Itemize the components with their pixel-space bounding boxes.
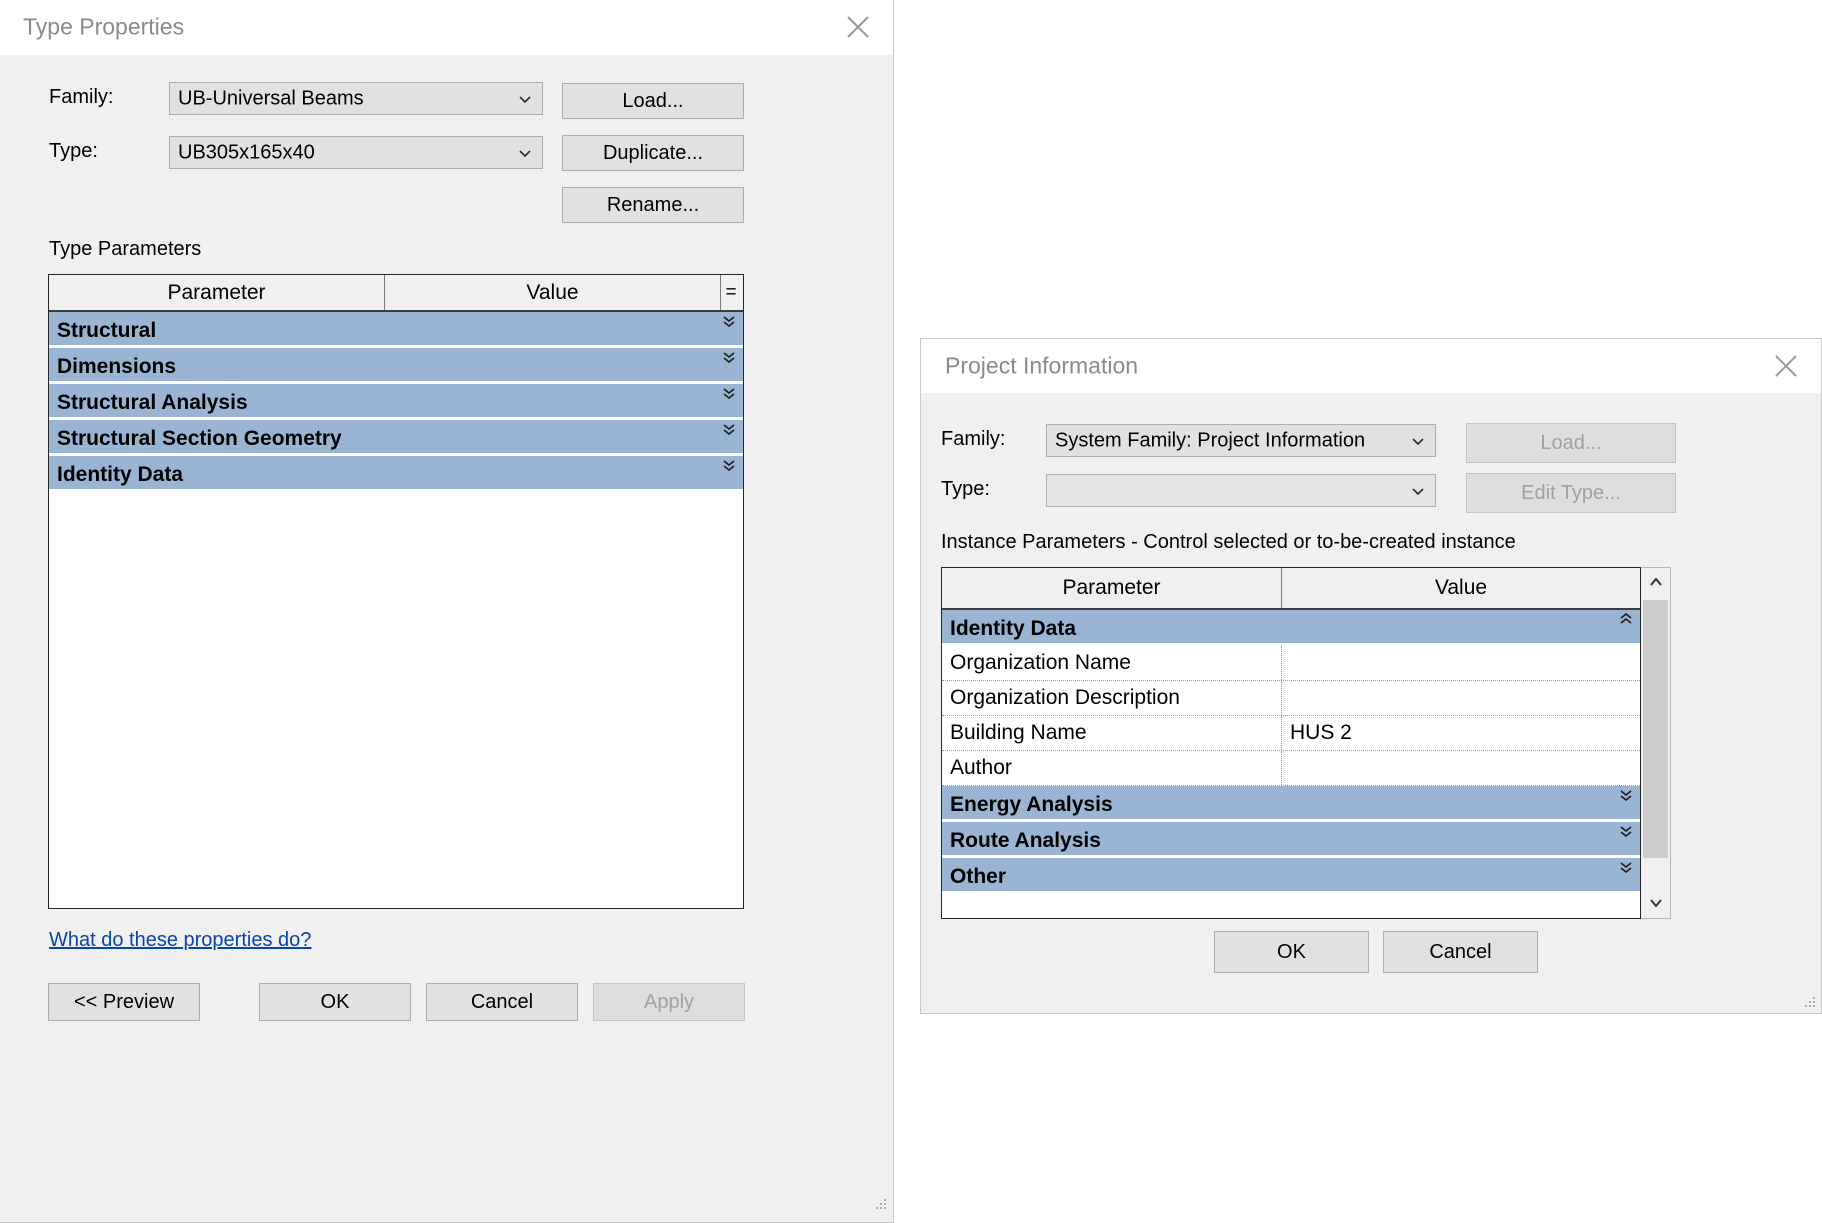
parameter-row[interactable]: Organization Name bbox=[942, 646, 1640, 681]
family-label-projinfo: Family: bbox=[941, 428, 1006, 450]
family-combobox[interactable]: UB-Universal Beams bbox=[169, 82, 543, 115]
parameter-group-label: Identity Data bbox=[57, 463, 184, 486]
edit-type-button: Edit Type... bbox=[1466, 473, 1676, 513]
instance-parameters-grid-header: Parameter Value bbox=[942, 568, 1640, 610]
chevron-down-icon[interactable] bbox=[722, 458, 736, 472]
parameter-group-label: Structural bbox=[57, 319, 157, 342]
column-header-value[interactable]: Value bbox=[1282, 568, 1640, 608]
parameter-name-cell: Building Name bbox=[942, 716, 1282, 750]
instance-parameters-scrollbar[interactable] bbox=[1641, 567, 1671, 919]
parameter-group-row[interactable]: Route Analysis bbox=[942, 822, 1640, 855]
parameter-group-label: Other bbox=[950, 865, 1007, 888]
parameter-group-row[interactable]: Dimensions bbox=[49, 348, 743, 381]
ok-button[interactable]: OK bbox=[259, 983, 411, 1021]
chevron-down-icon[interactable] bbox=[722, 386, 736, 400]
column-header-equals[interactable]: = bbox=[721, 275, 741, 310]
cancel-button[interactable]: Cancel bbox=[426, 983, 578, 1021]
scroll-down-arrow-icon[interactable] bbox=[1641, 888, 1670, 918]
family-combobox-projinfo[interactable]: System Family: Project Information bbox=[1046, 424, 1436, 457]
chevron-down-icon[interactable] bbox=[722, 314, 736, 328]
preview-button[interactable]: << Preview bbox=[48, 983, 200, 1021]
type-label: Type: bbox=[49, 140, 98, 162]
family-combobox-value-projinfo: System Family: Project Information bbox=[1055, 429, 1366, 451]
apply-button: Apply bbox=[593, 983, 745, 1021]
parameter-group-row[interactable]: Structural Section Geometry bbox=[49, 420, 743, 453]
load-button[interactable]: Load... bbox=[562, 83, 744, 119]
rename-button[interactable]: Rename... bbox=[562, 187, 744, 223]
parameter-value-cell[interactable] bbox=[1282, 646, 1640, 680]
chevron-down-icon bbox=[517, 145, 533, 161]
close-icon[interactable] bbox=[1769, 349, 1803, 383]
family-combobox-value: UB-Universal Beams bbox=[178, 87, 364, 109]
instance-parameters-caption-visible: Instance Parameters - Control selected o… bbox=[941, 531, 1516, 553]
type-parameters-caption: Type Parameters bbox=[49, 238, 202, 260]
column-header-value[interactable]: Value bbox=[385, 275, 721, 310]
parameter-group-row[interactable]: Identity Data bbox=[942, 610, 1640, 643]
instance-parameters-grid-body: Identity Data Organization Name Organizati… bbox=[942, 610, 1640, 891]
parameter-group-label: Structural Analysis bbox=[57, 391, 248, 414]
load-button-projinfo: Load... bbox=[1466, 423, 1676, 463]
type-combobox-projinfo[interactable] bbox=[1046, 474, 1436, 507]
chevron-down-icon[interactable] bbox=[1619, 824, 1633, 838]
parameter-value-cell[interactable] bbox=[1282, 681, 1640, 715]
parameter-group-row[interactable]: Structural Analysis bbox=[49, 384, 743, 417]
cancel-button-projinfo[interactable]: Cancel bbox=[1383, 931, 1538, 973]
type-properties-titlebar[interactable]: Type Properties bbox=[0, 0, 893, 55]
parameter-group-row[interactable]: Structural bbox=[49, 312, 743, 345]
project-information-titlebar[interactable]: Project Information bbox=[921, 339, 1821, 393]
type-parameters-grid-body: Structural Dimensions Structural Analysis S… bbox=[49, 312, 743, 489]
parameter-row[interactable]: Organization Description bbox=[942, 681, 1640, 716]
parameter-group-label: Structural Section Geometry bbox=[57, 427, 342, 450]
parameter-value-cell[interactable] bbox=[1282, 751, 1640, 785]
chevron-down-icon[interactable] bbox=[722, 350, 736, 364]
project-information-title: Project Information bbox=[945, 352, 1139, 379]
chevron-down-icon[interactable] bbox=[1619, 788, 1633, 802]
type-label-projinfo: Type: bbox=[941, 478, 990, 500]
scroll-up-arrow-icon[interactable] bbox=[1641, 568, 1670, 598]
parameter-name-cell: Organization Name bbox=[942, 646, 1282, 680]
column-header-parameter[interactable]: Parameter bbox=[942, 568, 1282, 608]
chevron-down-icon bbox=[1410, 433, 1426, 449]
parameter-value-cell[interactable]: HUS 2 bbox=[1282, 716, 1640, 750]
close-icon[interactable] bbox=[841, 10, 875, 44]
parameter-group-label: Identity Data bbox=[950, 617, 1077, 640]
parameter-group-label: Dimensions bbox=[57, 355, 177, 378]
parameter-group-label: Route Analysis bbox=[950, 829, 1101, 852]
scrollbar-thumb[interactable] bbox=[1643, 600, 1668, 858]
parameter-row[interactable]: Author bbox=[942, 751, 1640, 786]
type-combobox[interactable]: UB305x165x40 bbox=[169, 136, 543, 169]
resize-grip[interactable] bbox=[1803, 995, 1817, 1009]
chevron-down-icon bbox=[517, 91, 533, 107]
what-do-these-properties-do-link[interactable]: What do these properties do? bbox=[49, 929, 311, 952]
type-properties-title: Type Properties bbox=[23, 13, 185, 40]
type-combobox-value: UB305x165x40 bbox=[178, 141, 315, 163]
parameter-group-row[interactable]: Energy Analysis bbox=[942, 786, 1640, 819]
type-properties-dialog: Type Properties Family: UB-Universal Bea… bbox=[0, 0, 894, 1223]
family-label: Family: bbox=[49, 86, 114, 108]
parameter-group-row[interactable]: Other bbox=[942, 858, 1640, 891]
instance-parameters-grid: Parameter Value Identity Data Organizatio… bbox=[941, 567, 1641, 919]
parameter-name-cell: Author bbox=[942, 751, 1282, 785]
chevron-down-icon[interactable] bbox=[1619, 860, 1633, 874]
parameter-group-label: Energy Analysis bbox=[950, 793, 1113, 816]
type-parameters-grid: Parameter Value = Structural Dimensions St… bbox=[48, 274, 744, 909]
parameter-group-row[interactable]: Identity Data bbox=[49, 456, 743, 489]
ok-button-projinfo[interactable]: OK bbox=[1214, 931, 1369, 973]
parameter-name-cell: Organization Description bbox=[942, 681, 1282, 715]
chevron-down-icon bbox=[1410, 483, 1426, 499]
project-information-dialog: Project Information Family: System Famil… bbox=[920, 338, 1822, 1014]
parameter-row[interactable]: Building Name HUS 2 bbox=[942, 716, 1640, 751]
type-parameters-grid-header: Parameter Value = bbox=[49, 275, 743, 312]
resize-grip[interactable] bbox=[874, 1197, 888, 1211]
chevron-down-icon[interactable] bbox=[722, 422, 736, 436]
column-header-parameter[interactable]: Parameter bbox=[49, 275, 385, 310]
duplicate-button[interactable]: Duplicate... bbox=[562, 135, 744, 171]
chevron-up-icon[interactable] bbox=[1619, 612, 1633, 626]
